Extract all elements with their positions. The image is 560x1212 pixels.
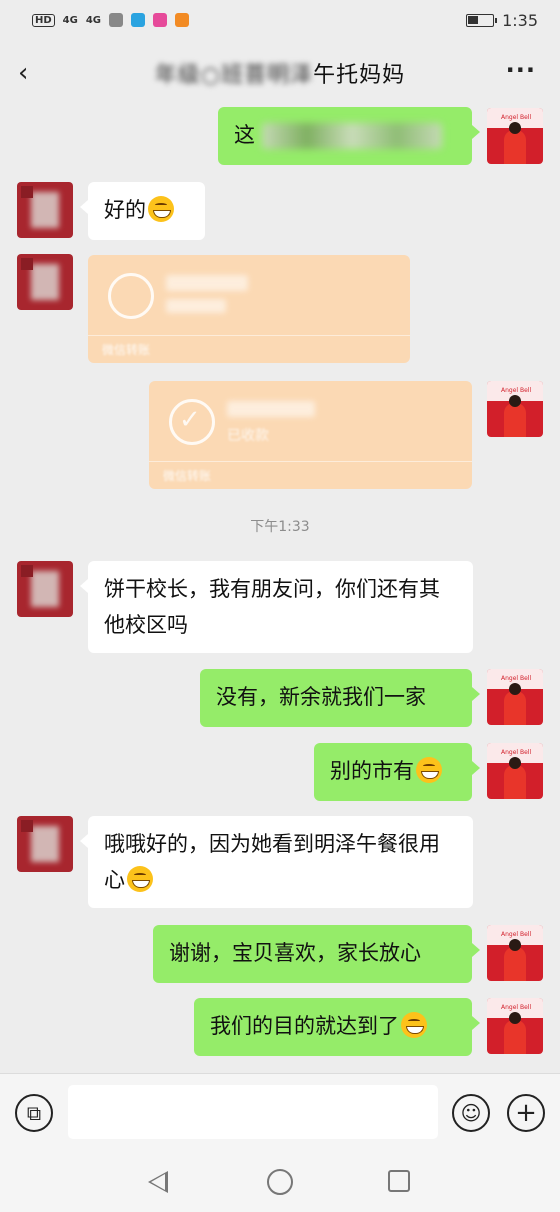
input-bar: ⧉ ☺ + [0, 1073, 560, 1151]
transfer-clock-icon [108, 273, 154, 319]
message-bubble-self[interactable]: 谢谢，宝贝喜欢，家长放心 [153, 925, 480, 983]
message-text: 饼干校长，我有朋友问，你们还有其他校区吗 [104, 577, 440, 637]
avatar-self[interactable]: Angel Bell [487, 669, 543, 725]
message-bubble-self[interactable]: 我们的目的就达到了 [194, 998, 480, 1056]
nav-recents-icon[interactable] [388, 1170, 410, 1192]
message-bubble-other[interactable]: 饼干校长，我有朋友问，你们还有其他校区吗 [80, 561, 473, 653]
avatar-self[interactable]: Angel Bell [487, 743, 543, 799]
avatar-other[interactable] [17, 816, 73, 872]
back-arrow-icon[interactable]: ‹ [18, 58, 28, 88]
avatar-self[interactable]: Angel Bell [487, 998, 543, 1054]
transfer-card-pending[interactable]: 微信转账 [88, 255, 410, 363]
message-bubble-self[interactable]: 没有，新余就我们一家 [200, 669, 480, 727]
message-text: 我们的目的就达到了 [210, 1014, 399, 1038]
play-app-icon [175, 13, 190, 27]
transfer-status: 已收款 [227, 428, 269, 444]
chat-title-blurred: 年级○班菩明泽 [154, 63, 314, 88]
message-timestamp: 下午1:33 [250, 519, 310, 535]
nav-home-icon[interactable] [267, 1169, 293, 1195]
avatar-self[interactable]: Angel Bell [487, 925, 543, 981]
transfer-card-received[interactable]: ✓ 已收款 微信转账 [149, 381, 472, 489]
grin-emoji-icon [127, 866, 153, 892]
message-bubble-self[interactable]: 这 [218, 107, 480, 165]
chat-title-text: 午托妈妈 [313, 63, 406, 88]
avatar-other[interactable] [17, 254, 73, 310]
message-text: 没有，新余就我们一家 [216, 685, 426, 709]
message-text: 这 [234, 123, 255, 147]
chat-header: ‹ 年级○班菩明泽午托妈妈 ··· [0, 40, 560, 106]
battery-icon [466, 13, 498, 27]
message-text: 谢谢，宝贝喜欢，家长放心 [169, 941, 421, 965]
grin-emoji-icon [148, 196, 174, 222]
message-text: 别的市有 [330, 759, 414, 783]
check-icon: ✓ [179, 405, 201, 435]
grin-emoji-icon [401, 1012, 427, 1038]
qq-icon [109, 13, 124, 27]
nav-back-icon[interactable] [148, 1171, 168, 1193]
video-app-icon [153, 13, 168, 27]
signal-icon: 4G [62, 14, 78, 26]
transfer-footer: 微信转账 [102, 343, 151, 357]
smile-emoji-icon [416, 757, 442, 783]
status-left: HD 4G 4G [32, 13, 190, 27]
message-text: 好的 [104, 198, 146, 222]
hd-icon: HD [32, 13, 55, 27]
more-options-icon[interactable]: ··· [506, 56, 536, 84]
avatar-self[interactable]: Angel Bell [487, 381, 543, 437]
avatar-self[interactable]: Angel Bell [487, 108, 543, 164]
clock: 1:35 [502, 10, 538, 30]
message-bubble-other[interactable]: 哦哦好的，因为她看到明泽午餐很用心 [80, 816, 473, 908]
message-bubble-self[interactable]: 别的市有 [314, 743, 480, 801]
message-text: 哦哦好的，因为她看到明泽午餐很用心 [104, 832, 440, 892]
plus-icon[interactable]: + [507, 1094, 545, 1132]
blurred-content [261, 123, 442, 149]
transfer-footer: 微信转账 [163, 469, 212, 483]
chat-title: 年级○班菩明泽午托妈妈 [155, 57, 405, 89]
status-right: 1:35 [466, 11, 538, 30]
system-nav-bar [0, 1151, 560, 1212]
signal-icon-2: 4G [85, 14, 102, 26]
message-bubble-other[interactable]: 好的 [80, 182, 205, 240]
emoji-picker-icon[interactable]: ☺ [452, 1094, 490, 1132]
message-input[interactable] [68, 1085, 438, 1139]
telegram-icon [131, 13, 146, 27]
avatar-other[interactable] [17, 182, 73, 238]
avatar-other[interactable] [17, 561, 73, 617]
voice-input-icon[interactable]: ⧉ [15, 1094, 53, 1132]
status-bar: HD 4G 4G 1:35 [0, 0, 560, 40]
